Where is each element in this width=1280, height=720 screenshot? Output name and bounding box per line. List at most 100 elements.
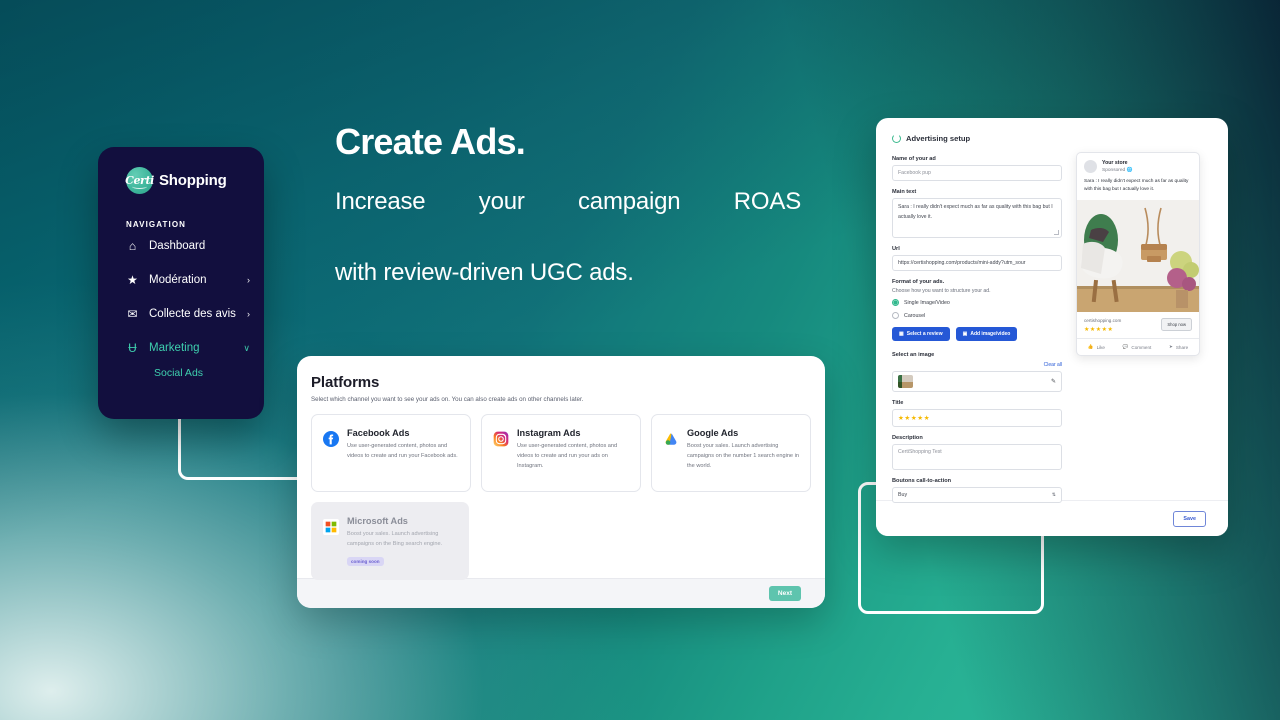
sidebar-item-moderation[interactable]: ★ Modération › [98, 263, 264, 297]
ad-star-rating: ★★★★★ [1084, 327, 1114, 334]
page-title: Create Ads. [335, 121, 526, 162]
platforms-card: Platforms Select which channel you want … [297, 356, 825, 608]
main-text-textarea[interactable]: Sara : I really didn't expect much as fa… [892, 198, 1062, 238]
sidebar-item-social-ads[interactable]: Social Ads [98, 365, 264, 379]
action-label: Share [1175, 344, 1189, 350]
sidebar-item-dashboard[interactable]: ⌂ Dashboard [98, 229, 264, 263]
chevron-updown-icon: ⇅ [1051, 492, 1056, 498]
app-sidebar: Certi Shopping NAVIGATION ⌂ Dashboard ★ … [98, 147, 264, 419]
home-icon: ⌂ [128, 239, 137, 253]
platform-description: Boost your sales. Launch advertising cam… [347, 531, 443, 547]
certi-logo-icon: Certi [125, 167, 154, 194]
status-badge: coming soon [347, 556, 384, 566]
platform-description: Use user-generated content, photos and v… [347, 443, 458, 459]
microsoft-icon [323, 519, 339, 535]
platforms-content: Platforms Select which channel you want … [297, 356, 825, 580]
description-label: Description [892, 435, 923, 441]
spinner-icon [892, 134, 901, 143]
setup-header: Advertising setup [892, 134, 1062, 143]
selected-image-row[interactable]: ✎ [892, 371, 1062, 392]
clear-all-link[interactable]: Clear all [892, 362, 1062, 368]
setup-title: Advertising setup [906, 134, 971, 143]
shop-now-button[interactable]: Shop now [1161, 318, 1192, 332]
pencil-icon[interactable]: ✎ [1051, 378, 1056, 385]
platform-name: Instagram Ads [517, 428, 581, 438]
stage: Certi Shopping NAVIGATION ⌂ Dashboard ★ … [0, 0, 1280, 720]
ad-name-label: Name of your ad [892, 156, 936, 162]
comment-icon: 💬 [1122, 344, 1129, 350]
ad-product-image [1077, 200, 1199, 313]
comment-action[interactable]: 💬 Comment [1123, 344, 1152, 350]
hero-subtitle-line1: Increase your campaign ROAS [335, 187, 801, 215]
button-label: Add image/video [970, 331, 1011, 337]
add-image-video-button[interactable]: ▣ Add image/video [955, 327, 1018, 341]
sidebar-item-marketing[interactable]: Ʉ Marketing ∨ [98, 331, 264, 365]
preview-header: Your store Sponsored 🌐 [1077, 153, 1199, 178]
preview-actions: 👍 Like 💬 Comment ➤ Share [1077, 338, 1199, 355]
button-label: Select a review [906, 331, 943, 337]
ad-name-input[interactable]: Facebook pup [892, 165, 1062, 181]
platforms-subtitle: Select which channel you want to see you… [311, 396, 584, 403]
platform-name: Google Ads [687, 428, 739, 438]
globe-icon: 🌐 [1126, 168, 1133, 173]
avatar [1084, 160, 1097, 173]
advertising-setup-body: Advertising setup Name of your ad Facebo… [876, 118, 1228, 503]
facebook-icon [323, 431, 339, 447]
platforms-footer: Next [297, 578, 825, 608]
format-note: Choose how you want to structure your ad… [892, 288, 991, 294]
advertising-setup-footer: Save [876, 500, 1228, 536]
platform-description: Boost your sales. Launch advertising cam… [687, 443, 799, 469]
sidebar-item-label: Marketing [149, 342, 200, 354]
radio-label: Carousel [904, 312, 926, 319]
share-action[interactable]: ➤ Share [1169, 344, 1188, 350]
platforms-grid-row2: Microsoft Ads Boost your sales. Launch a… [311, 502, 811, 580]
select-a-review-button[interactable]: ▦ Select a review [892, 327, 950, 341]
sidebar-item-collecte-des-avis[interactable]: ✉ Collecte des avis › [98, 297, 264, 331]
platform-name: Facebook Ads [347, 428, 410, 438]
hero-subtitle-line2: with review-driven UGC ads. [335, 258, 634, 286]
radio-icon [892, 312, 899, 319]
setup-form-column: Advertising setup Name of your ad Facebo… [884, 126, 1068, 503]
radio-carousel[interactable]: Carousel [892, 312, 1062, 319]
cta-select[interactable]: Buy ⇅ [892, 487, 1062, 503]
description-textarea[interactable]: CertiShopping Test [892, 444, 1062, 470]
action-label: Comment [1131, 344, 1152, 350]
like-action[interactable]: 👍 Like [1088, 344, 1105, 350]
instagram-icon [493, 431, 509, 447]
sponsored-label: Sponsored 🌐 [1102, 168, 1133, 173]
share-icon: ➤ [1169, 344, 1173, 350]
hero-subtitle: Increase your campaign ROAS with review-… [335, 184, 835, 291]
select-image-label: Select an image [892, 352, 935, 358]
radio-single-image-video[interactable]: Single Image/Video [892, 299, 1062, 306]
platform-card-microsoft[interactable]: Microsoft Ads Boost your sales. Launch a… [311, 502, 469, 580]
platform-card-google[interactable]: Google Ads Boost your sales. Launch adve… [651, 414, 811, 492]
sidebar-item-label: Collecte des avis [149, 308, 236, 320]
chevron-right-icon: › [247, 275, 250, 285]
logo-text: Shopping [159, 172, 227, 189]
platform-description: Use user-generated content, photos and v… [517, 443, 618, 469]
platform-card-facebook[interactable]: Facebook Ads Use user-generated content,… [311, 414, 471, 492]
sidebar-item-label: Dashboard [149, 240, 206, 252]
image-thumbnail [898, 375, 913, 388]
hero-text: Create Ads. Increase your campaign ROAS … [335, 122, 835, 290]
advertising-setup-window: Advertising setup Name of your ad Facebo… [876, 118, 1228, 536]
next-button[interactable]: Next [768, 586, 801, 601]
star-rating: ★★★★★ [898, 415, 931, 422]
message-icon: ✉ [127, 307, 138, 321]
title-label: Title [892, 400, 904, 406]
action-label: Like [1096, 344, 1105, 350]
radio-label: Single Image/Video [904, 299, 950, 306]
url-input[interactable]: https://certishopping.com/products/mini-… [892, 255, 1062, 271]
chevron-down-icon: ∨ [243, 342, 250, 353]
title-input[interactable]: ★★★★★ [892, 409, 1062, 427]
setup-action-buttons: ▦ Select a review ▣ Add image/video [892, 327, 1062, 341]
thumbs-up-icon: 👍 [1087, 344, 1094, 350]
megaphone-icon: Ʉ [128, 341, 137, 355]
platforms-title: Platforms [311, 374, 380, 391]
cta-value: Buy [898, 492, 908, 498]
ad-domain: certishopping.com [1084, 318, 1122, 324]
sidebar-logo[interactable]: Certi Shopping [98, 147, 264, 194]
platform-card-instagram[interactable]: Instagram Ads Use user-generated content… [481, 414, 641, 492]
ad-copy: Sara : I really didn't expect much as fa… [1084, 179, 1189, 193]
save-button[interactable]: Save [1173, 510, 1206, 527]
